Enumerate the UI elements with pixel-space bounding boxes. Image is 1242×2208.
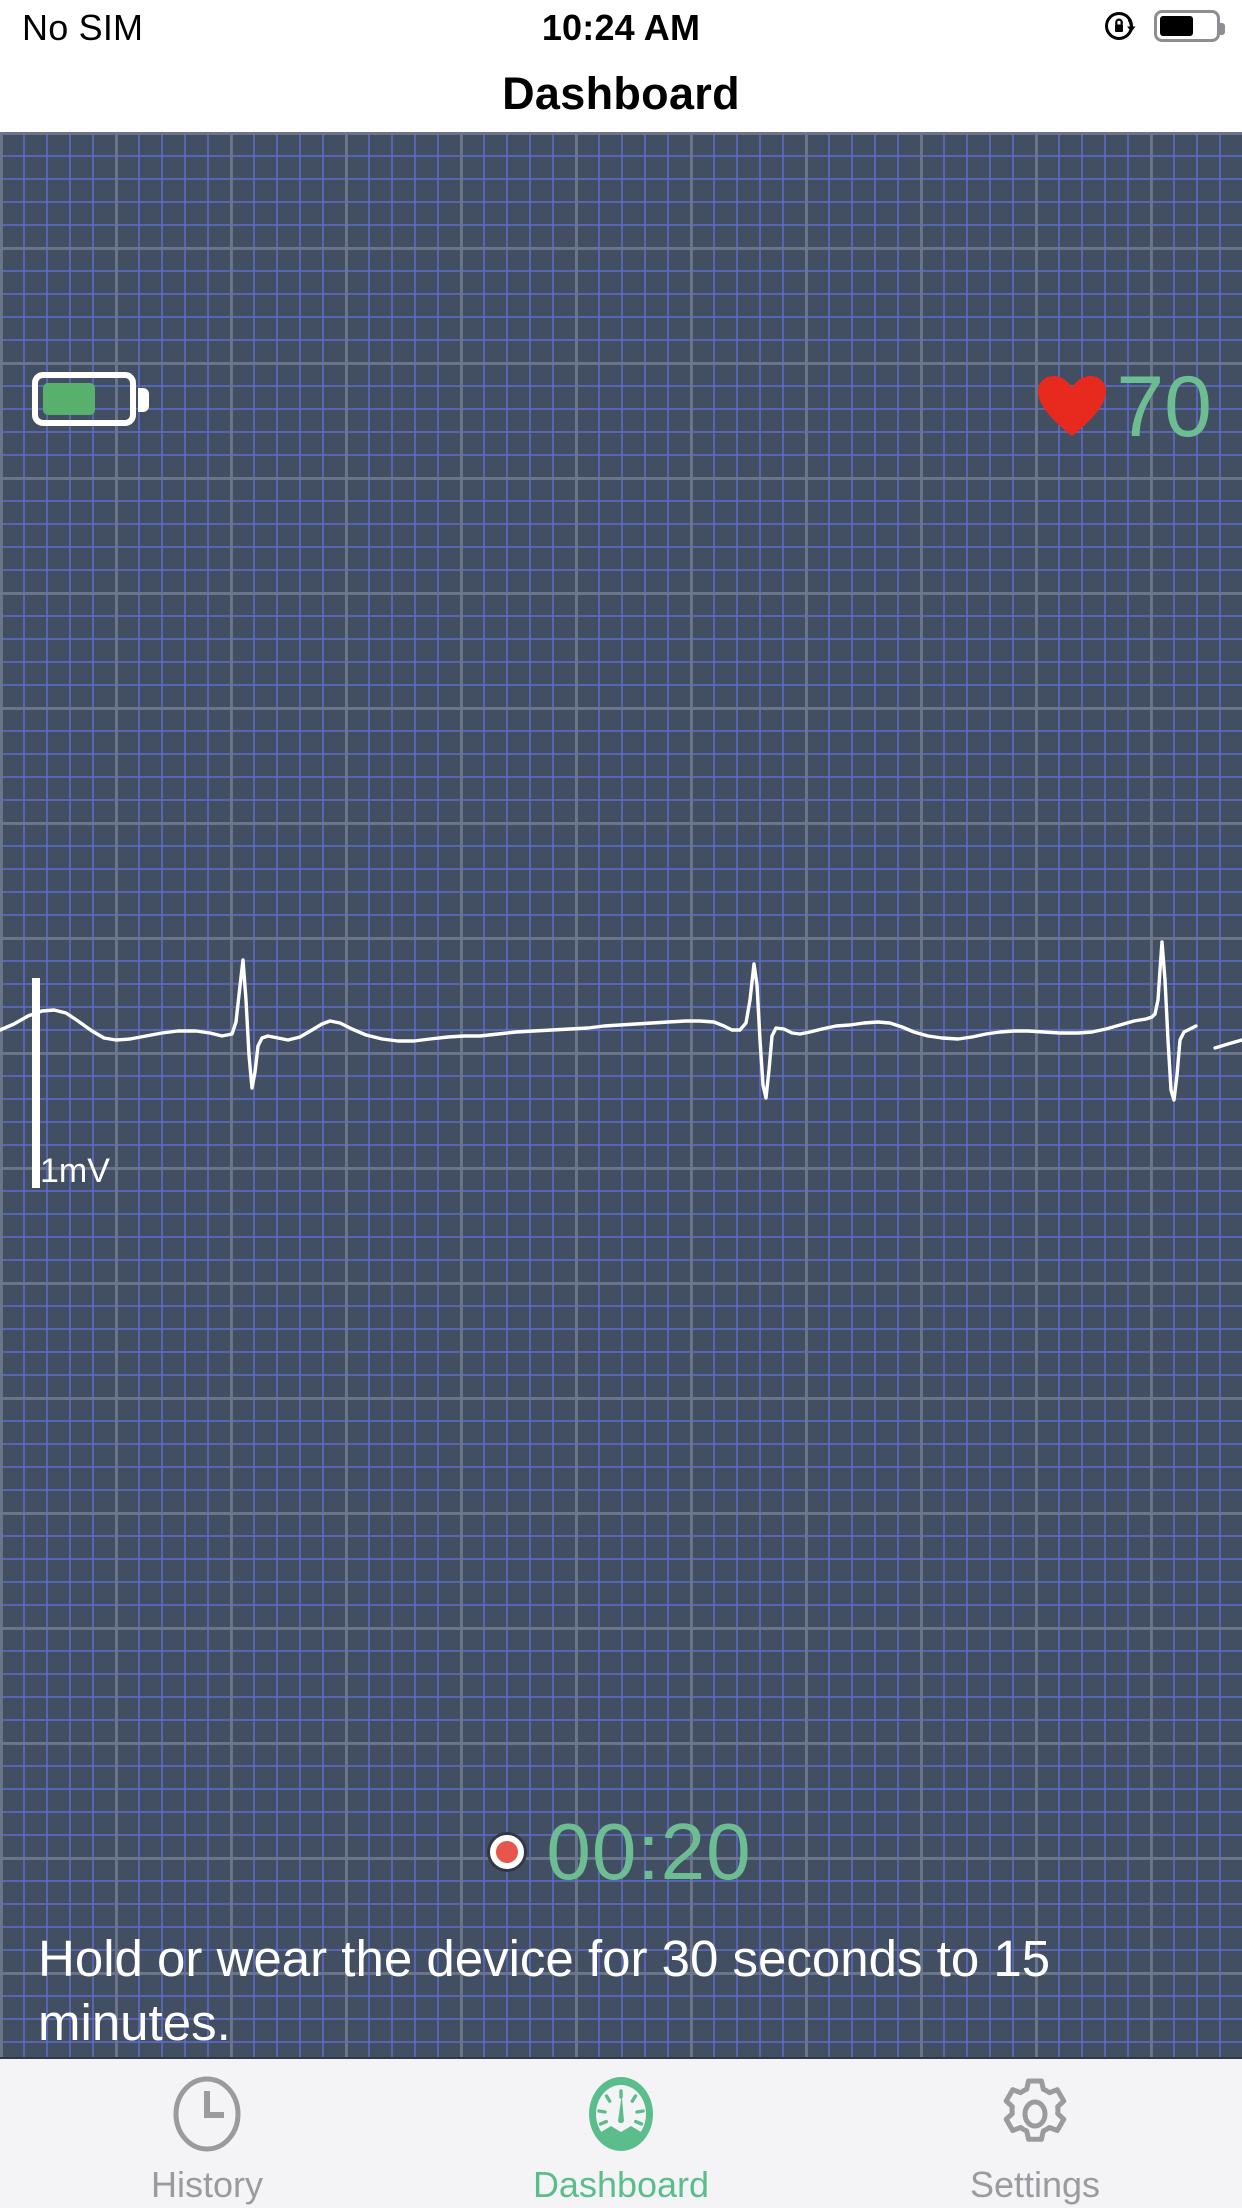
instruction-text: Hold or wear the device for 30 seconds t… — [38, 1930, 1051, 2052]
page-title: Dashboard — [502, 68, 740, 119]
gear-icon — [1003, 2078, 1067, 2142]
record-dot-icon — [490, 1835, 525, 1869]
battery-fill — [1160, 16, 1194, 36]
gauge-icon — [589, 2076, 653, 2151]
tab-settings-label: Settings — [969, 2163, 1101, 2205]
tab-dashboard[interactable]: Dashboard — [414, 2059, 828, 2208]
app-screen: No SIM 10:24 AM Dashboard 70 1mV 00:20 H… — [0, 0, 1242, 2208]
tab-history[interactable]: History — [0, 2059, 414, 2208]
clock-label: 10:24 AM — [541, 7, 701, 48]
clock-icon — [173, 2076, 241, 2151]
tab-history-label: History — [150, 2163, 263, 2205]
tab-bar: History Dashboard Settings — [0, 2057, 1242, 2208]
status-bar: No SIM 10:24 AM — [0, 0, 1242, 56]
battery-icon — [1154, 10, 1225, 42]
tab-dashboard-label: Dashboard — [532, 2163, 710, 2205]
recording-timer-row: 00:20 — [0, 1812, 1242, 1892]
status-bar-right — [1102, 6, 1225, 46]
ecg-waveform — [0, 940, 1242, 1102]
navigation-bar: Dashboard — [0, 56, 1242, 132]
rotation-lock-icon — [1105, 12, 1136, 40]
ecg-trace-fragment — [1213, 1038, 1242, 1050]
tab-settings[interactable]: Settings — [828, 2059, 1242, 2208]
ecg-panel[interactable]: 70 1mV 00:20 Hold or wear the device for… — [0, 132, 1242, 2057]
recording-elapsed: 00:20 — [546, 1807, 752, 1896]
ecg-trace-line — [0, 940, 1198, 1102]
